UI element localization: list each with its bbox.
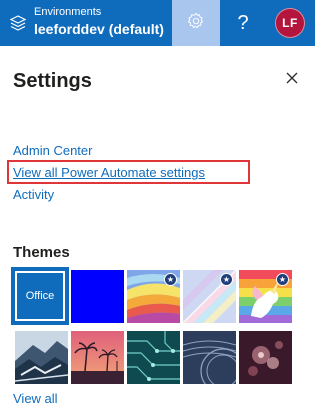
circuit-theme-image (127, 331, 180, 384)
theme-tile-office[interactable]: Office (11, 267, 69, 325)
mountain-theme-image (15, 331, 68, 384)
panel-title: Settings (13, 70, 92, 92)
admin-center-link[interactable]: Admin Center (13, 142, 92, 159)
theme-tile-blue[interactable] (71, 270, 124, 323)
settings-button[interactable] (172, 0, 220, 46)
stamp-theme-image (183, 331, 236, 384)
activity-link[interactable]: Activity (13, 186, 54, 203)
theme-tile-circuit[interactable] (127, 331, 180, 384)
palm-theme-image (71, 331, 124, 384)
top-bar: Environments leeforddev (default) ? LF (0, 0, 315, 46)
environment-name[interactable]: leeforddev (default) (34, 20, 164, 38)
theme-tile-rainbow[interactable]: ★ (127, 270, 180, 323)
star-icon: ★ (164, 273, 177, 286)
star-icon: ★ (276, 273, 289, 286)
bokeh-theme-image (239, 331, 292, 384)
theme-tile-unicorn[interactable]: ★ (239, 270, 292, 323)
globe-icon (9, 14, 27, 32)
theme-tile-bokeh[interactable] (239, 331, 292, 384)
view-all-themes-link[interactable]: View all (13, 390, 58, 407)
themes-heading: Themes (13, 244, 70, 261)
theme-tile-mountain[interactable] (15, 331, 68, 384)
avatar[interactable]: LF (275, 8, 305, 38)
question-icon: ? (237, 11, 249, 34)
theme-tile-palm[interactable] (71, 331, 124, 384)
help-button[interactable]: ? (220, 0, 266, 46)
gear-icon (187, 12, 205, 35)
star-icon: ★ (220, 273, 233, 286)
theme-label-office: Office (15, 271, 65, 321)
theme-tile-stamp[interactable] (183, 331, 236, 384)
view-all-settings-link[interactable]: View all Power Automate settings (13, 164, 205, 181)
close-icon[interactable] (282, 68, 302, 88)
theme-tile-pastel[interactable]: ★ (183, 270, 236, 323)
environment-label: Environments (34, 6, 102, 18)
